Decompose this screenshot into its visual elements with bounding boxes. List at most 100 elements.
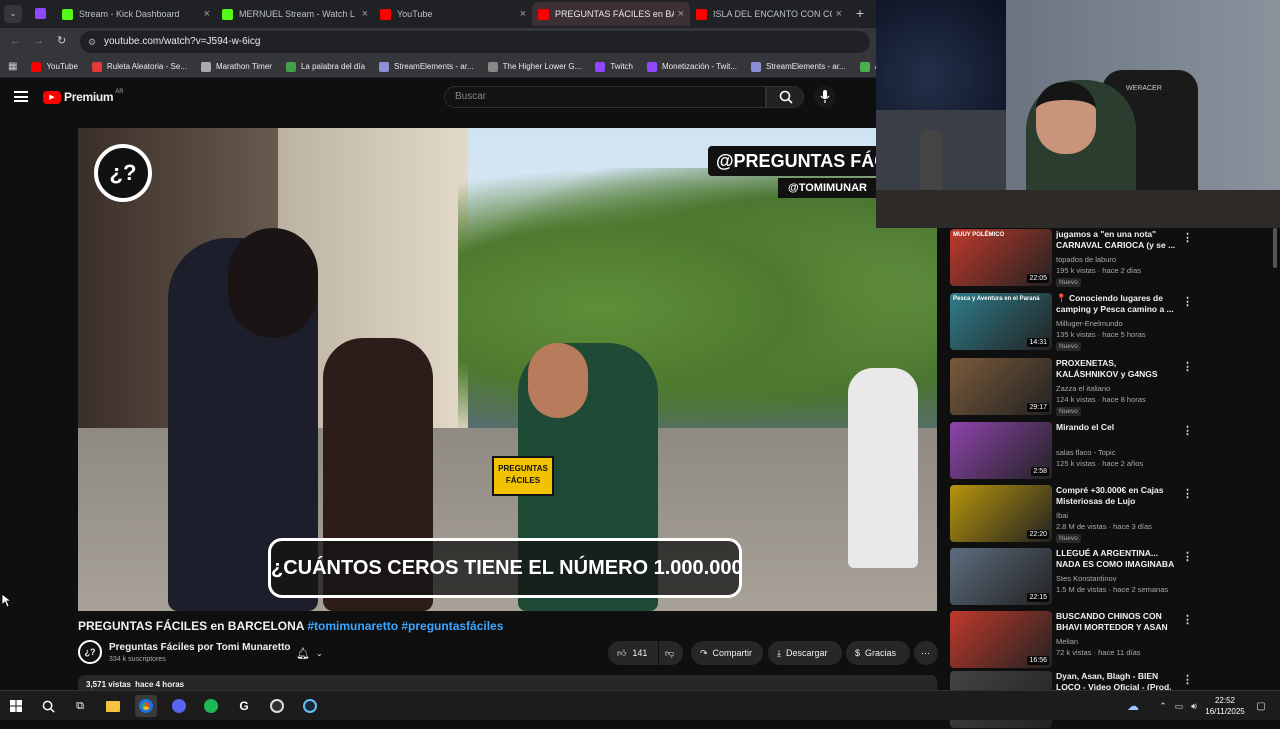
- recommended-channel[interactable]: Milluger-Enelmundo: [1056, 319, 1123, 328]
- task-view-icon[interactable]: ⧉: [69, 695, 91, 717]
- apps-grid-icon[interactable]: ▦: [8, 61, 17, 72]
- address-bar[interactable]: ⚙ youtube.com/watch?v=J594-w-6icg: [80, 31, 870, 53]
- youtube-logo[interactable]: ▶ Premium AR: [43, 89, 124, 104]
- steam-icon[interactable]: [299, 695, 321, 717]
- more-options-icon[interactable]: ⋮: [1182, 487, 1193, 500]
- recommended-channel[interactable]: Zazza el italiano: [1056, 384, 1110, 393]
- forward-icon[interactable]: →: [33, 35, 44, 47]
- close-tab-icon[interactable]: ×: [516, 8, 526, 20]
- site-info-icon[interactable]: ⚙: [88, 31, 96, 53]
- more-options-icon[interactable]: ⋮: [1182, 295, 1193, 308]
- sidebar-scrollbar[interactable]: [1273, 228, 1277, 268]
- chrome-icon[interactable]: [135, 695, 157, 717]
- recommended-channel[interactable]: topados de laburo: [1056, 255, 1116, 264]
- bookmark-item[interactable]: Marathon Timer: [200, 61, 272, 72]
- more-options-icon[interactable]: ⋮: [1182, 231, 1193, 244]
- video-hashtags[interactable]: #tomimunaretto #preguntasfáciles: [307, 619, 503, 633]
- bookmark-item[interactable]: Ruleta Aleatoria - Se...: [91, 61, 187, 72]
- download-button[interactable]: ⤓ Descargar: [768, 641, 842, 665]
- search-input[interactable]: Buscar: [444, 86, 766, 108]
- recommended-title[interactable]: 📍 Conociendo lugares de camping y Pesca …: [1056, 293, 1180, 315]
- more-options-icon[interactable]: ⋮: [1182, 424, 1193, 437]
- tab-search-button[interactable]: ⌄: [4, 5, 22, 23]
- new-tab-button[interactable]: +: [852, 5, 868, 21]
- recommended-title[interactable]: BUSCANDO CHINOS CON BHAVI MORTEDOR Y ASA…: [1056, 611, 1180, 635]
- recommended-title[interactable]: PROXENETAS, KALÁSHNIKOV y G4NGS NIGERIAN…: [1056, 358, 1180, 382]
- discord-icon[interactable]: [168, 695, 190, 717]
- search-button[interactable]: [766, 86, 804, 108]
- taskbar-search-icon[interactable]: [37, 695, 59, 717]
- browser-tab[interactable]: YouTube ×: [374, 2, 532, 26]
- video-thumbnail[interactable]: 29:17: [950, 358, 1052, 415]
- obs-icon[interactable]: [266, 695, 288, 717]
- bookmark-item[interactable]: Twitch: [595, 61, 633, 72]
- notifications-icon[interactable]: ▢: [1250, 695, 1272, 717]
- subscriber-count: 334 k suscriptores: [109, 656, 166, 663]
- recommended-video[interactable]: 22:15 LLEGUÉ A ARGENTINA... NADA ES COMO …: [950, 548, 1280, 606]
- recommended-video[interactable]: MUUY POLÉMICO 22:05 jugamos a "en una nota…: [950, 229, 1280, 287]
- weather-icon[interactable]: ☁: [1122, 695, 1144, 717]
- epic-games-icon[interactable]: G: [233, 695, 255, 717]
- close-tab-icon[interactable]: ×: [200, 8, 210, 20]
- recommended-channel[interactable]: Stes Konstantinov: [1056, 574, 1116, 583]
- video-duration: 2:58: [1031, 467, 1049, 476]
- reload-icon[interactable]: ↻: [57, 34, 66, 47]
- bookmark-item[interactable]: Adivina el: [859, 61, 876, 72]
- browser-tab[interactable]: MERNUEL Stream - Watch L ×: [216, 2, 374, 26]
- recommended-title[interactable]: jugamos a "en una nota" CARNAVAL CARIOCA…: [1056, 229, 1180, 251]
- recommended-channel[interactable]: Ibai: [1056, 511, 1068, 520]
- close-tab-icon[interactable]: ×: [674, 8, 684, 20]
- recommended-channel[interactable]: salas flaco - Topic: [1056, 448, 1115, 457]
- twitch-pinned-tab-icon[interactable]: [35, 8, 46, 19]
- person-left-head: [228, 228, 318, 338]
- bookmark-item[interactable]: StreamElements - ar...: [379, 61, 474, 72]
- bookmark-item[interactable]: The Higher Lower G...: [487, 61, 581, 72]
- bookmark-item[interactable]: La palabra del día: [285, 61, 365, 72]
- notification-bell-button[interactable]: 🔔︎ ⌄: [287, 641, 333, 665]
- thanks-button[interactable]: $ Gracias: [846, 641, 910, 665]
- video-thumbnail[interactable]: Pesca y Aventura en el Paraná 14:31: [950, 293, 1052, 350]
- channel-name[interactable]: Preguntas Fáciles por Tomi Munaretto: [109, 642, 291, 653]
- close-tab-icon[interactable]: ×: [832, 8, 842, 20]
- recommended-video[interactable]: 29:17 PROXENETAS, KALÁSHNIKOV y G4NGS NIG…: [950, 358, 1280, 416]
- recommended-channel[interactable]: Melian: [1056, 637, 1078, 646]
- bookmark-item[interactable]: Monetización - Twit...: [647, 61, 737, 72]
- browser-tab[interactable]: PREGUNTAS FÁCILES en BA ×: [532, 2, 690, 26]
- file-explorer-icon[interactable]: [102, 695, 124, 717]
- menu-icon[interactable]: [14, 91, 28, 102]
- more-options-icon[interactable]: ⋮: [1182, 613, 1193, 626]
- clock-date[interactable]: 16/11/2025: [1200, 707, 1250, 716]
- voice-search-button[interactable]: [814, 86, 836, 108]
- channel-avatar[interactable]: ¿?: [78, 640, 102, 664]
- recommended-title[interactable]: Mirando el Cel: [1056, 422, 1180, 433]
- video-thumbnail[interactable]: 22:20: [950, 485, 1052, 542]
- back-icon[interactable]: ←: [10, 35, 21, 47]
- spotify-icon[interactable]: [200, 695, 222, 717]
- more-options-icon[interactable]: ⋮: [1182, 360, 1193, 373]
- upload-age: hace 4 horas: [135, 680, 185, 689]
- more-actions-button[interactable]: ⋯: [914, 641, 938, 665]
- clock-time[interactable]: 22:52: [1205, 696, 1245, 705]
- recommended-title[interactable]: Compré +30.000€ en Cajas Misteriosas de …: [1056, 485, 1180, 507]
- start-icon[interactable]: [5, 695, 27, 717]
- browser-tab[interactable]: ISLA DEL ENCANTO CON COS ×: [690, 2, 848, 26]
- video-thumbnail[interactable]: MUUY POLÉMICO 22:05: [950, 229, 1052, 286]
- video-player[interactable]: ¿? @PREGUNTAS FÁC @TOMIMUNAR PREGUNTAS F…: [78, 128, 937, 611]
- close-tab-icon[interactable]: ×: [358, 8, 368, 20]
- browser-tab[interactable]: Stream - Kick Dashboard ×: [56, 2, 216, 26]
- more-options-icon[interactable]: ⋮: [1182, 673, 1193, 686]
- dislike-button[interactable]: 👎︎: [659, 641, 683, 665]
- share-button[interactable]: ↷ Compartir: [691, 641, 763, 665]
- video-thumbnail[interactable]: 2:58: [950, 422, 1052, 479]
- video-thumbnail[interactable]: 22:15: [950, 548, 1052, 605]
- bookmark-item[interactable]: StreamElements - ar...: [751, 61, 846, 72]
- recommended-video[interactable]: 16:56 BUSCANDO CHINOS CON BHAVI MORTEDOR …: [950, 611, 1280, 669]
- video-thumbnail[interactable]: 16:56: [950, 611, 1052, 668]
- recommended-video[interactable]: 2:58 Mirando el Cel salas flaco - Topic 125…: [950, 422, 1280, 480]
- like-button[interactable]: 👍︎ 141: [608, 641, 658, 665]
- recommended-video[interactable]: 22:20 Compré +30.000€ en Cajas Misteriosa…: [950, 485, 1280, 543]
- recommended-video[interactable]: Pesca y Aventura en el Paraná 14:31 📍 Cono…: [950, 293, 1280, 351]
- bookmark-item[interactable]: YouTube: [31, 61, 78, 72]
- more-options-icon[interactable]: ⋮: [1182, 550, 1193, 563]
- recommended-title[interactable]: LLEGUÉ A ARGENTINA... NADA ES COMO IMAGI…: [1056, 548, 1180, 570]
